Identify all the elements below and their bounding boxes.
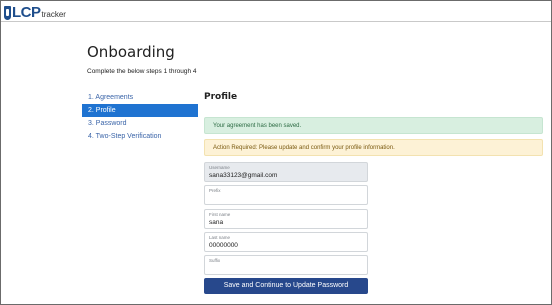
steps-nav: 1. Agreements 2. Profile 3. Password 4. … (82, 91, 198, 143)
username-field[interactable]: Username sana33123@gmail.com (204, 162, 368, 182)
first-name-input[interactable] (209, 218, 363, 227)
last-name-field[interactable]: Last name (204, 232, 368, 252)
username-value: sana33123@gmail.com (209, 172, 278, 179)
suffix-input[interactable] (209, 264, 363, 273)
first-name-field[interactable]: First name (204, 209, 368, 229)
warning-alert: Action Required: Please update and confi… (204, 139, 543, 156)
step-password[interactable]: 3. Password (82, 117, 198, 130)
prefix-input[interactable] (209, 194, 363, 203)
page-title: Onboarding (87, 43, 175, 61)
logo-subtext: tracker (41, 10, 66, 19)
save-and-continue-button[interactable]: Save and Continue to Update Password (204, 278, 368, 294)
app-window: LCP tracker Onboarding Complete the belo… (0, 0, 552, 305)
page-subtitle: Complete the below steps 1 through 4 (87, 68, 197, 75)
top-bar: LCP tracker (1, 1, 551, 22)
step-agreements[interactable]: 1. Agreements (82, 91, 198, 104)
success-alert: Your agreement has been saved. (204, 117, 543, 134)
step-profile[interactable]: 2. Profile (82, 104, 198, 117)
profile-heading: Profile (204, 92, 238, 102)
prefix-field[interactable]: Prefix (204, 185, 368, 205)
step-two-step-verification[interactable]: 4. Two-Step Verification (82, 130, 198, 143)
last-name-input[interactable] (209, 241, 363, 250)
logo-shield-icon (4, 6, 11, 20)
logo-text: LCP (12, 4, 41, 21)
lcp-tracker-logo[interactable]: LCP tracker (4, 4, 66, 20)
suffix-field[interactable]: Suffix (204, 255, 368, 275)
